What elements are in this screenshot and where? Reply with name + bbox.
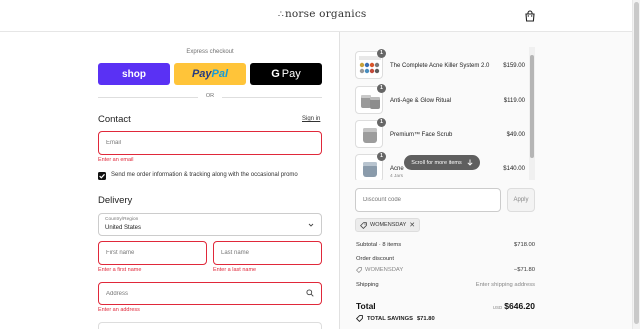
last-name-error: Enter a last name: [213, 267, 257, 273]
arrow-down-icon: [467, 159, 473, 166]
remove-code-close-icon[interactable]: ✕: [409, 222, 415, 229]
item-name: The Complete Acne Killer System 2.0: [390, 63, 490, 69]
subtotal-row: Subtotal · 8 items $718.00: [356, 242, 535, 248]
cart-items-scrollbar[interactable]: [529, 47, 535, 180]
search-icon: [306, 289, 314, 297]
country-select[interactable]: Country/Region United States: [98, 213, 322, 236]
shipping-value: Enter shipping address: [475, 282, 535, 288]
list-item: 1 Anti-Age & Glow Ritual $119.00: [355, 84, 531, 114]
item-price: $140.00: [503, 166, 525, 172]
discount-code-field[interactable]: [355, 188, 501, 212]
item-name: Acne: [390, 166, 404, 172]
quantity-badge: 1: [377, 152, 386, 161]
paypal-button[interactable]: Pay Pal: [174, 63, 246, 85]
total-row: Total USD $646.20: [356, 301, 535, 311]
header: ∴norse organics: [0, 0, 632, 32]
total-savings: TOTAL SAVINGS $71.80: [356, 315, 435, 322]
sign-in-link[interactable]: Sign in: [302, 116, 320, 122]
address-error: Enter an address: [98, 307, 140, 313]
shop-pay-button[interactable]: shop: [98, 63, 170, 85]
google-g-icon: G: [271, 68, 280, 80]
chevron-down-icon: [308, 223, 314, 227]
applied-code-text: WOMENSDAY: [370, 222, 407, 228]
total-savings-value: $71.80: [416, 315, 435, 322]
item-name: Anti-Age & Glow Ritual: [390, 98, 452, 104]
country-value: United States: [105, 225, 142, 231]
contact-heading: Contact: [98, 114, 131, 125]
brand-mark-icon: ∴: [278, 10, 284, 20]
first-name-field[interactable]: [98, 241, 207, 265]
email-input[interactable]: [99, 132, 321, 154]
shipping-row: Shipping Enter shipping address: [356, 282, 535, 288]
express-checkout-label: Express checkout: [186, 49, 234, 55]
item-price: $49.00: [506, 132, 525, 138]
applied-code-chip: WOMENSDAY ✕: [355, 218, 421, 232]
discount-row: WOMENSDAY −$71.80: [356, 267, 535, 275]
google-pay-button[interactable]: G Pay: [250, 63, 322, 85]
shipping-label: Shipping: [356, 282, 379, 288]
subtotal-label: Subtotal · 8 items: [356, 242, 402, 248]
cart-items-scrollbar-thumb[interactable]: [530, 55, 534, 158]
quantity-badge: 1: [377, 118, 386, 127]
total-label: Total: [356, 301, 376, 311]
column-divider: [339, 32, 340, 329]
or-separator: OR: [98, 93, 322, 101]
currency-code: USD: [492, 305, 503, 310]
last-name-input[interactable]: [214, 242, 321, 264]
item-name: Premium™ Face Scrub: [390, 132, 453, 138]
last-name-field[interactable]: [213, 241, 322, 265]
page-scrollbar[interactable]: [632, 0, 640, 329]
tag-icon: [356, 267, 362, 273]
marketing-checkbox-label: Send me order information & tracking alo…: [111, 172, 298, 178]
address-input[interactable]: [99, 283, 321, 304]
item-variant: 4 Jars: [390, 174, 404, 179]
item-price: $119.00: [503, 98, 525, 104]
total-value: $646.20: [504, 301, 535, 311]
email-field[interactable]: [98, 131, 322, 155]
discount-code-label: WOMENSDAY: [365, 267, 404, 273]
order-discount-label: Order discount: [356, 256, 395, 262]
check-icon: [99, 173, 105, 179]
brand-logo[interactable]: ∴norse organics: [278, 8, 367, 20]
first-name-error: Enter a first name: [98, 267, 142, 273]
apply-discount-button[interactable]: Apply: [507, 188, 535, 212]
page-scrollbar-thumb[interactable]: [634, 2, 639, 324]
quantity-badge: 1: [377, 49, 386, 58]
marketing-checkbox[interactable]: [98, 172, 106, 180]
scroll-more-items-pill[interactable]: Scroll for more items: [404, 155, 480, 170]
email-error: Enter an email: [98, 157, 134, 163]
subtotal-value: $718.00: [514, 242, 535, 248]
list-item: 1 The Complete Acne Killer System 2.0 $1…: [355, 49, 531, 79]
list-item: 1 Premium™ Face Scrub $49.00: [355, 118, 531, 148]
discount-code-input[interactable]: [356, 189, 500, 211]
tag-icon: [356, 315, 363, 322]
tag-icon: [360, 221, 367, 229]
address-field[interactable]: [98, 282, 322, 305]
item-price: $159.00: [503, 63, 525, 69]
next-field-edge: [98, 322, 322, 329]
country-label: Country/Region: [105, 217, 139, 222]
delivery-heading: Delivery: [98, 195, 133, 206]
cart-bag-icon[interactable]: [524, 10, 536, 22]
total-savings-label: TOTAL SAVINGS: [367, 315, 413, 322]
first-name-input[interactable]: [99, 242, 206, 264]
discount-value: −$71.80: [513, 267, 535, 273]
quantity-badge: 1: [377, 84, 386, 93]
